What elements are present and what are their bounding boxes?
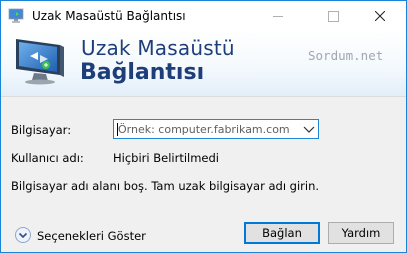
window-title: Uzak Masaüstü Bağlantısı [32,9,186,23]
text-caret [117,123,118,136]
username-value: Hiçbiri Belirtilmedi [113,151,219,165]
username-label: Kullanıcı adı: [11,151,84,165]
maximize-button[interactable] [310,1,356,31]
maximize-icon [328,11,339,22]
help-button[interactable]: Yardım [328,222,394,244]
status-message: Bilgisayar adı alanı boş. Tam uzak bilgi… [11,179,320,193]
remote-desktop-icon [8,8,24,23]
banner-title-line2: Bağlantısı [80,60,205,85]
minimize-icon [273,16,283,17]
expand-chevron-icon[interactable] [14,226,32,244]
header-banner: Uzak Masaüstü Bağlantısı Sordum.net [1,31,406,96]
remote-desktop-monitor-icon [16,39,64,85]
banner-title-line1: Uzak Masaüstü [81,36,235,60]
remote-desktop-window: Uzak Masaüstü Bağlantısı Uzak Masaüstü B… [0,0,407,253]
computer-label: Bilgisayar: [11,123,72,137]
show-options-link[interactable]: Seçenekleri Göster [37,229,146,243]
minimize-button[interactable] [255,1,301,31]
computer-combobox[interactable] [113,119,319,139]
close-icon [375,11,385,21]
title-bar[interactable]: Uzak Masaüstü Bağlantısı [1,1,406,31]
watermark-text: Sordum.net [308,48,384,63]
close-button[interactable] [357,1,403,31]
computer-input[interactable] [118,122,298,137]
connect-button[interactable]: Bağlan [244,222,320,244]
chevron-down-icon[interactable] [303,125,315,134]
